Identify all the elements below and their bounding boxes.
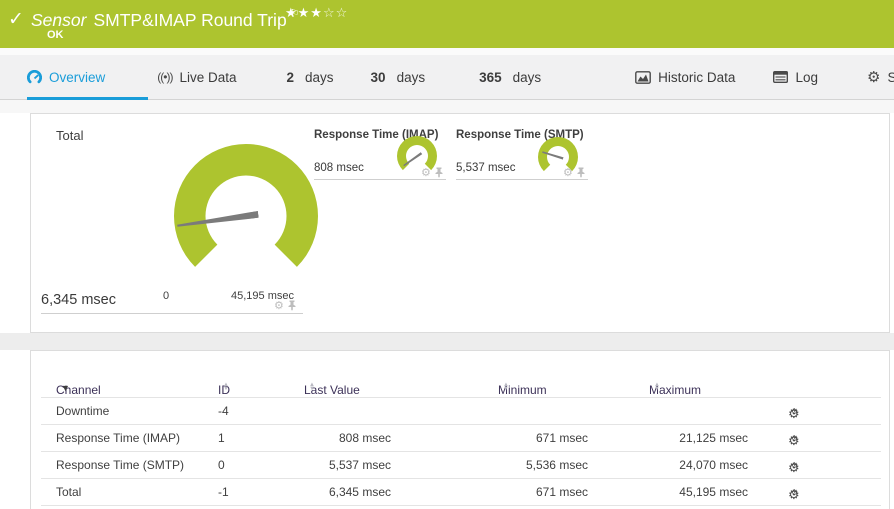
channel-last-value: 808 msec [338,431,391,445]
channel-id: 1 [218,431,225,445]
spacer-band [0,333,894,350]
total-cell-actions: ⚙ [274,300,296,311]
tab-365-days-word: days [512,69,542,85]
sort-icon: ▲ ▼ [309,382,315,392]
tab-365-days-number: 365 [479,69,502,85]
channels-panel: Channel ▼ ID ▲ ▼ Last Value ▲ ▼ Minimum ▲ ▼ Max… [30,350,890,509]
smtp-gauge-value: 5,537 msec [456,162,516,174]
table-row[interactable]: Total -1 6,345 msec 671 msec 45,195 msec… [41,479,881,506]
total-gauge-value: 6,345 msec [41,292,116,308]
table-row[interactable]: Response Time (SMTP) 0 5,537 msec 5,536 … [41,452,881,479]
tab-2-days-word: days [305,69,334,85]
tab-live-data[interactable]: ((•)) Live Data [157,70,236,85]
spacer-band [0,100,894,113]
sort-icon: ▲ ▼ [503,382,509,392]
tab-overview[interactable]: Overview [27,69,106,85]
tab-historic-data[interactable]: Historic Data [635,70,735,85]
table-row[interactable]: Response Time (IMAP) 1 808 msec 671 msec… [41,425,881,452]
channel-maximum: 21,125 msec [679,431,748,445]
total-gauge-title: Total [56,128,84,143]
prtg-sensor-page: ✓ Sensor SMTP&IMAP Round Trip ⚐ ★★★☆☆ OK O… [0,0,894,509]
pin-icon[interactable] [577,167,585,178]
tab-30-days-word: days [396,69,426,85]
tab-365-days[interactable]: 365 days [479,70,541,85]
gauge-settings-gear-icon[interactable]: ⚙ [421,167,431,178]
channel-id: -1 [218,485,229,499]
pin-icon[interactable] [435,167,443,178]
smtp-cell-divider [456,179,588,180]
channel-last-value: 5,537 msec [328,458,391,472]
gauge-settings-gear-icon[interactable]: ⚙ [563,167,573,178]
tab-settings-label: Settings [887,69,894,85]
total-scale-min: 0 [163,290,170,302]
channel-maximum: 24,070 msec [679,458,748,472]
sensor-kind-label: Sensor [31,10,87,30]
imap-cell-actions: ⚙ [421,167,443,178]
tab-live-data-label: Live Data [179,69,237,85]
tab-log-label: Log [795,69,818,85]
smtp-cell-actions: ⚙ [563,167,585,178]
tab-2-days[interactable]: 2 days [287,70,334,85]
channel-id: 0 [218,458,225,472]
table-row[interactable]: Downtime -4 ⚙ ⚙ [41,398,881,425]
tab-overview-label: Overview [49,69,106,85]
tab-historic-data-label: Historic Data [658,69,736,85]
tab-30-days-number: 30 [370,69,386,85]
sort-icon: ▲ ▼ [223,382,229,392]
channel-minimum: 671 msec [535,485,588,499]
tab-30-days[interactable]: 30 days [371,70,426,85]
broadcast-icon: ((•)) [157,70,173,84]
channel-name: Response Time (IMAP) [56,431,181,445]
priority-stars[interactable]: ★★★☆☆ [285,5,348,21]
tab-bar: Overview ((•)) Live Data 2 days 30 days … [0,55,894,100]
sort-desc-icon: ▼ [61,383,70,393]
pin-icon[interactable] [288,300,296,311]
page-title: SMTP&IMAP Round Trip [93,10,287,30]
imap-gauge-value: 808 msec [314,162,364,174]
ok-check-icon: ✓ [8,9,24,30]
channel-name: Total [56,485,82,499]
imap-cell-divider [314,179,446,180]
statusbar-spacer [0,48,894,55]
sensor-title-row: Sensor SMTP&IMAP Round Trip ⚐ [31,7,300,31]
table-header-row: Channel ▼ ID ▲ ▼ Last Value ▲ ▼ Minimum ▲ ▼ Max… [41,371,881,398]
gauge-icon [27,69,42,85]
sensor-status-bar: ✓ Sensor SMTP&IMAP Round Trip ⚐ ★★★☆☆ OK [0,0,894,48]
total-gauge [166,136,326,296]
log-list-icon [773,71,789,83]
channel-minimum: 5,536 msec [525,458,588,472]
tab-log[interactable]: Log [773,70,818,85]
chart-icon [635,70,652,84]
status-badge: OK [47,29,64,41]
gauge-settings-gear-icon[interactable]: ⚙ [274,300,284,311]
tab-2-days-number: 2 [286,69,295,85]
sort-icon: ▲ ▼ [654,382,660,392]
channel-minimum: 671 msec [535,431,588,445]
total-cell-divider [41,313,303,314]
gear-icon: ⚙ [866,68,881,86]
channel-maximum: 45,195 msec [679,485,748,499]
channel-last-value: 6,345 msec [328,485,391,499]
gauges-panel: Total 0 45,195 msec 6,345 msec ⚙ Respons… [30,113,890,333]
channel-name: Downtime [56,404,110,418]
channel-name: Response Time (SMTP) [56,458,185,472]
tab-settings[interactable]: ⚙ Settings [867,70,894,85]
channel-id: -4 [218,404,229,418]
